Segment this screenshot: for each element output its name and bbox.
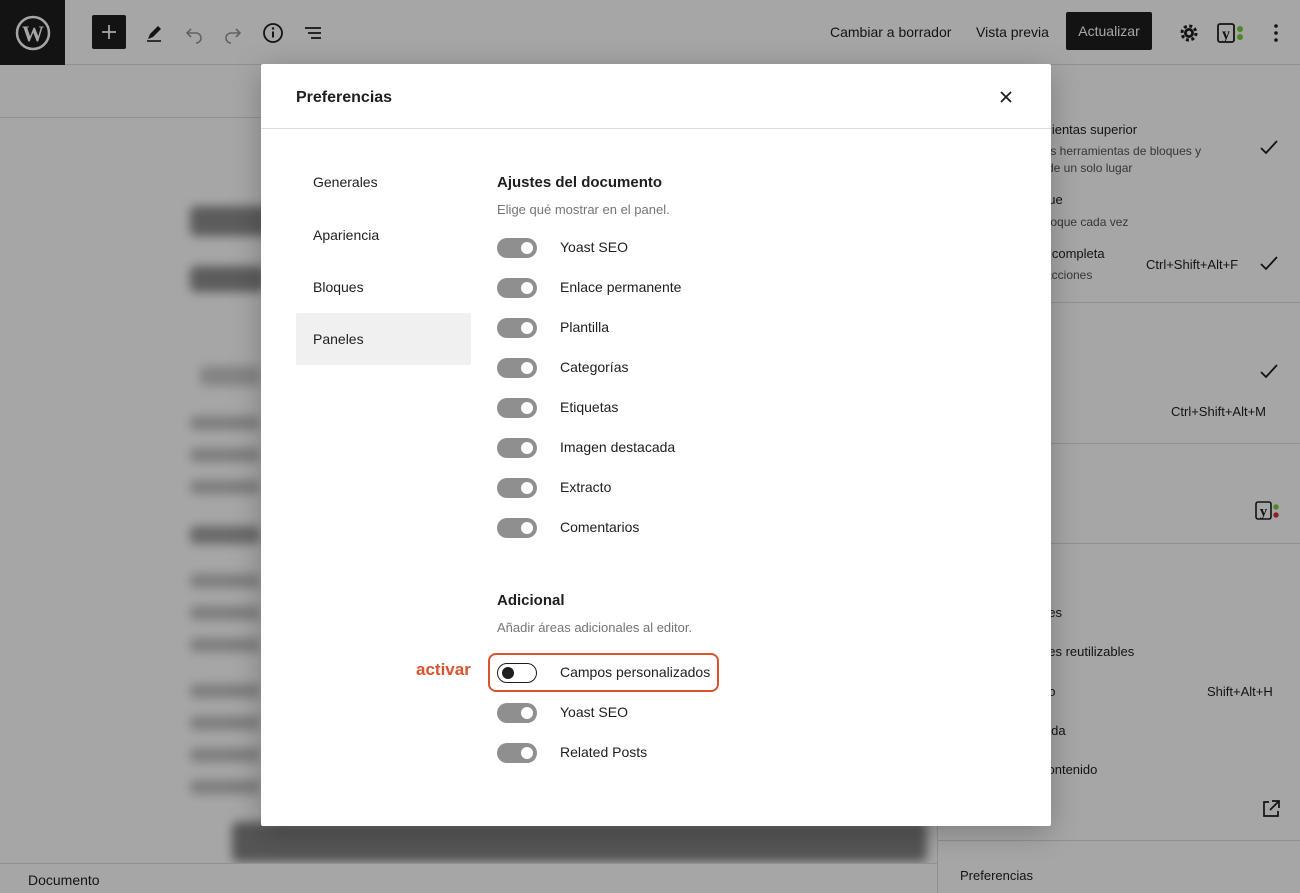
toggle-permalink[interactable] <box>497 278 537 298</box>
toggle-template[interactable] <box>497 318 537 338</box>
panel-option-row: Etiquetas <box>497 396 737 418</box>
toggle-categories[interactable] <box>497 358 537 378</box>
toggle-tags[interactable] <box>497 398 537 418</box>
annotation-highlight-box <box>488 653 719 692</box>
panel-option-row: Related Posts <box>497 741 737 763</box>
toggle-comments[interactable] <box>497 518 537 538</box>
panel-option-row: Plantilla <box>497 316 737 338</box>
option-label: Yoast SEO <box>560 704 628 720</box>
annotation-label: activar <box>416 660 471 679</box>
panel-option-row: Imagen destacada <box>497 436 737 458</box>
option-label: Enlace permanente <box>560 279 682 295</box>
toggle-related-posts[interactable] <box>497 743 537 763</box>
panel-option-row: Yoast SEO <box>497 701 737 723</box>
close-button[interactable] <box>994 85 1018 109</box>
toggle-yoast-seo[interactable] <box>497 238 537 258</box>
option-label: Imagen destacada <box>560 439 676 455</box>
option-label: Yoast SEO <box>560 239 628 255</box>
close-icon <box>1000 91 1012 103</box>
section-title-document: Ajustes del documento <box>497 174 663 191</box>
tab-generales[interactable]: Generales <box>296 156 471 208</box>
option-label: Comentarios <box>560 519 640 535</box>
section-desc-document: Elige qué mostrar en el panel. <box>497 202 670 217</box>
panel-option-row: Comentarios <box>497 516 737 538</box>
panel-option-row: Yoast SEO <box>497 236 737 258</box>
option-label: Etiquetas <box>560 399 619 415</box>
modal-header: Preferencias <box>261 64 1051 129</box>
section-title-additional: Adicional <box>497 592 565 609</box>
tab-apariencia[interactable]: Apariencia <box>296 209 471 261</box>
option-label: Categorías <box>560 359 629 375</box>
preferences-modal: Preferencias Generales Apariencia Bloque… <box>261 64 1051 826</box>
toggle-featured-image[interactable] <box>497 438 537 458</box>
toggle-excerpt[interactable] <box>497 478 537 498</box>
panel-option-row: Categorías <box>497 356 737 378</box>
option-label: Related Posts <box>560 744 648 760</box>
option-label: Plantilla <box>560 319 610 335</box>
toggle-yoast-seo-additional[interactable] <box>497 703 537 723</box>
section-desc-additional: Añadir áreas adicionales al editor. <box>497 620 693 635</box>
option-label: Extracto <box>560 479 612 495</box>
panel-option-row: Enlace permanente <box>497 276 737 298</box>
tab-paneles[interactable]: Paneles <box>296 313 471 365</box>
panel-option-row: Extracto <box>497 476 737 498</box>
modal-title: Preferencias <box>296 89 393 106</box>
tab-bloques[interactable]: Bloques <box>296 261 471 313</box>
